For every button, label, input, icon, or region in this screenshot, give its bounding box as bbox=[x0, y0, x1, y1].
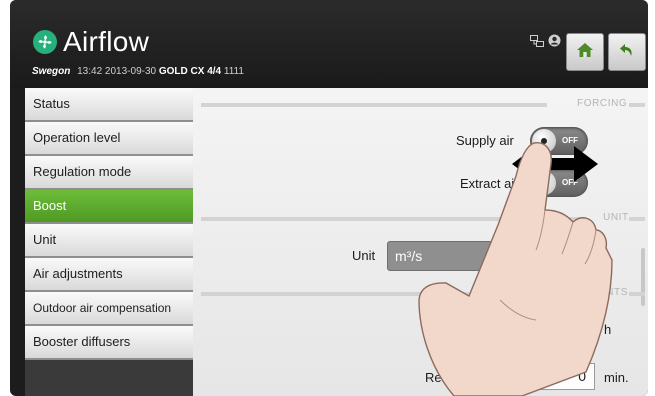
status-icons bbox=[530, 34, 561, 52]
remaining-time-value: 0 bbox=[533, 363, 595, 390]
unit-model: GOLD CX bbox=[158, 66, 205, 77]
sidebar-item-label: Booster diffusers bbox=[33, 334, 131, 349]
brand-logo: Swegon bbox=[32, 66, 71, 77]
sidebar-item-label: Air adjustments bbox=[33, 266, 123, 281]
boost-time-unit: h bbox=[604, 322, 612, 337]
sidebar-item-boost[interactable]: Boost bbox=[25, 190, 193, 224]
home-icon bbox=[576, 42, 594, 63]
extract-air-toggle[interactable]: OFF bbox=[530, 169, 588, 197]
section-header-forcing: FORCING bbox=[201, 98, 645, 110]
supply-air-label: Supply air bbox=[456, 133, 514, 148]
section-title: UNIT bbox=[603, 212, 629, 223]
section-title: STMENTS bbox=[576, 287, 628, 298]
airflow-logo-icon bbox=[33, 30, 57, 54]
boost-panel: FORCING Supply air OFF Extract air OFF U… bbox=[193, 88, 648, 396]
toggle-state: OFF bbox=[562, 136, 578, 145]
sidebar-item-label: Operation level bbox=[33, 130, 121, 145]
unit-label: Unit bbox=[352, 248, 376, 263]
sidebar-item-booster-diffusers[interactable]: Booster diffusers bbox=[25, 326, 193, 360]
toggle-knob bbox=[532, 171, 556, 195]
unit-position: 4/4 bbox=[207, 66, 222, 77]
sidebar-item-air-adjustments[interactable]: Air adjustments bbox=[25, 258, 193, 292]
app-title: Airflow bbox=[33, 28, 149, 56]
device-frame: Airflow Swegon 13:42 2013-09-30 GOLD CX … bbox=[10, 0, 648, 396]
app-name: Airflow bbox=[63, 26, 150, 57]
home-button[interactable] bbox=[566, 33, 604, 71]
back-arrow-icon bbox=[618, 41, 636, 64]
sidebar-menu: Status Operation level Regulation mode B… bbox=[25, 88, 193, 396]
device-info: Swegon 13:42 2013-09-30 GOLD CX 4/4 1111 bbox=[32, 66, 244, 77]
divider bbox=[201, 292, 541, 296]
sidebar-item-label: Regulation mode bbox=[33, 164, 132, 179]
date-time: 13:42 2013-09-30 bbox=[77, 66, 157, 77]
divider bbox=[629, 103, 645, 107]
toggle-state: OFF bbox=[562, 178, 578, 187]
supply-air-toggle[interactable]: OFF bbox=[530, 127, 588, 155]
sidebar-item-operation-level[interactable]: Operation level bbox=[25, 122, 193, 156]
sidebar-item-regulation-mode[interactable]: Regulation mode bbox=[25, 156, 193, 190]
sidebar-item-label: Outdoor air compensation bbox=[33, 301, 172, 315]
section-title: FORCING bbox=[577, 98, 628, 109]
extract-air-label: Extract air bbox=[460, 176, 519, 191]
boost-time-input[interactable]: 0 bbox=[533, 316, 595, 343]
sidebar-item-status[interactable]: Status bbox=[25, 88, 193, 122]
section-header-adjustments: STMENTS bbox=[201, 287, 645, 299]
toggle-knob bbox=[532, 129, 556, 153]
divider bbox=[201, 103, 547, 107]
sidebar-item-label: Status bbox=[33, 96, 70, 111]
section-header-unit: UNIT bbox=[201, 212, 645, 224]
divider bbox=[201, 217, 586, 221]
network-icon bbox=[530, 34, 544, 52]
app-header: Airflow Swegon 13:42 2013-09-30 GOLD CX … bbox=[10, 0, 648, 88]
dropdown-button[interactable] bbox=[575, 245, 597, 267]
sidebar-item-label: Boost bbox=[33, 198, 67, 213]
sidebar-item-label: Unit bbox=[33, 232, 57, 247]
sidebar-item-outdoor-air-compensation[interactable]: Outdoor air compensation bbox=[25, 292, 193, 326]
unit-code: 1111 bbox=[223, 66, 244, 77]
user-icon bbox=[548, 34, 561, 52]
divider bbox=[629, 292, 645, 296]
unit-select[interactable]: m³/s bbox=[387, 241, 601, 271]
sidebar-item-unit[interactable]: Unit bbox=[25, 224, 193, 258]
divider bbox=[629, 217, 645, 221]
remaining-time-label: Remaining time bbox=[425, 370, 516, 385]
remaining-time-unit: min. bbox=[604, 370, 629, 385]
unit-select-value: m³/s bbox=[395, 248, 423, 264]
back-button[interactable] bbox=[608, 33, 646, 71]
